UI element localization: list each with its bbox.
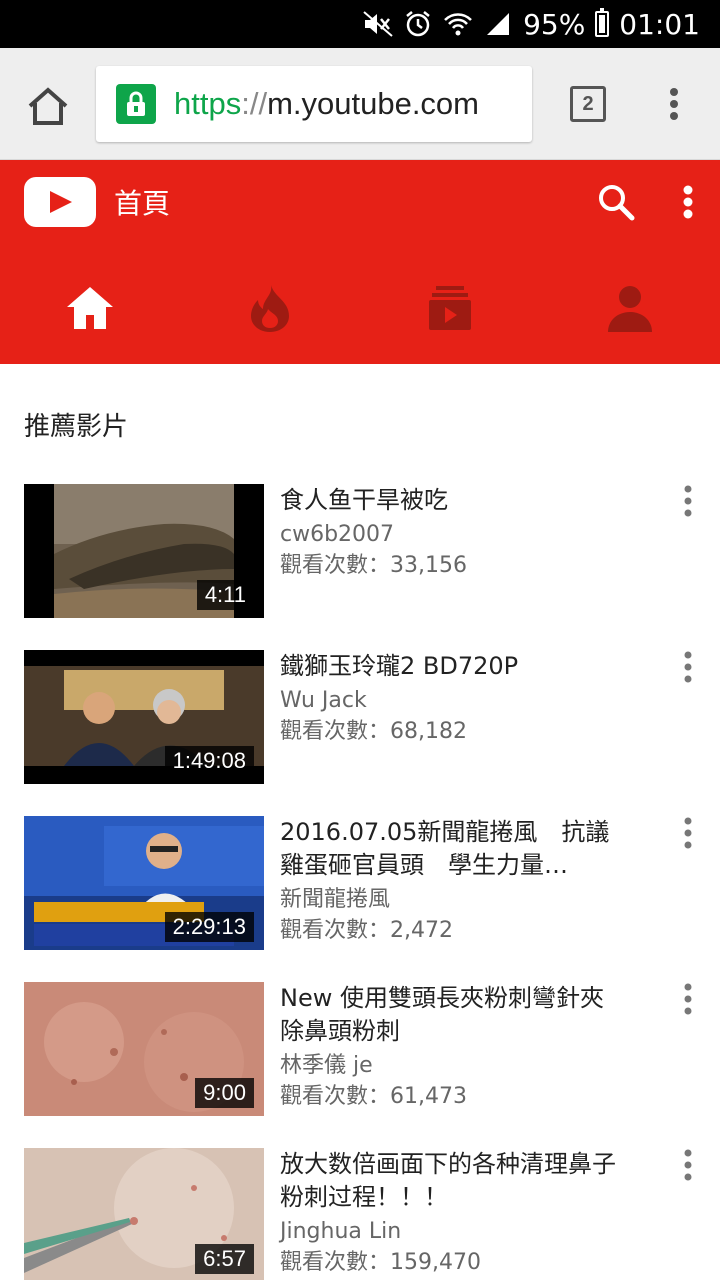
home-icon — [67, 287, 113, 329]
video-channel: 林季儀 je — [280, 1053, 373, 1078]
account-icon — [608, 286, 652, 332]
youtube-header: 首頁 — [0, 160, 720, 364]
search-button[interactable] — [596, 182, 636, 222]
url-slashes: :// — [241, 86, 268, 121]
video-info: 2016.07.05新聞龍捲風 抗議雞蛋砸官員頭 學生力量… 新聞龍捲風 觀看次… — [280, 816, 620, 946]
tab-switcher-button[interactable]: 2 — [570, 86, 606, 122]
video-thumbnail[interactable]: 1:49:08 — [24, 650, 264, 784]
video-menu-button[interactable] — [680, 650, 696, 684]
video-menu-button[interactable] — [680, 484, 696, 518]
more-vertical-icon — [684, 983, 692, 1015]
home-outline-icon — [28, 87, 68, 125]
video-thumbnail[interactable]: 4:11 — [24, 484, 264, 618]
battery-icon — [595, 8, 610, 37]
video-views: 觀看次數：2,472 — [280, 918, 453, 943]
video-info: 鐵獅玉玲瓏2 BD720P Wu Jack 觀看次數：68,182 — [280, 650, 620, 747]
search-icon — [599, 185, 635, 221]
play-icon — [50, 191, 72, 213]
video-channel: cw6b2007 — [280, 522, 395, 547]
video-title[interactable]: 2016.07.05新聞龍捲風 抗議雞蛋砸官員頭 學生力量… — [280, 816, 620, 882]
browser-home-button[interactable] — [24, 82, 72, 130]
video-views: 觀看次數：68,182 — [280, 719, 467, 744]
video-item[interactable]: 2:29:13 2016.07.05新聞龍捲風 抗議雞蛋砸官員頭 學生力量… 新… — [0, 816, 720, 950]
video-title[interactable]: 鐵獅玉玲瓏2 BD720P — [280, 650, 620, 683]
video-title[interactable]: New 使用雙頭長夾粉刺彎針夾除鼻頭粉刺 — [280, 982, 620, 1048]
alarm-icon — [403, 9, 433, 39]
video-item[interactable]: 4:11 食人鱼干旱被吃 cw6b2007 觀看次數：33,156 — [0, 484, 720, 618]
more-vertical-icon — [684, 817, 692, 849]
video-title[interactable]: 食人鱼干旱被吃 — [280, 484, 620, 517]
youtube-nav — [0, 268, 720, 348]
video-channel: 新聞龍捲風 — [280, 887, 391, 912]
status-bar: 95% 01:01 — [0, 0, 720, 48]
video-item[interactable]: 1:49:08 鐵獅玉玲瓏2 BD720P Wu Jack 觀看次數：68,18… — [0, 650, 720, 784]
video-channel: Wu Jack — [280, 688, 367, 713]
video-item[interactable]: 6:57 放大数倍画面下的各种清理鼻子粉刺过程！！！ Jinghua Lin 觀… — [0, 1148, 720, 1280]
more-vertical-icon — [683, 185, 693, 219]
video-views: 觀看次數：33,156 — [280, 553, 467, 578]
tab-home[interactable] — [45, 268, 135, 348]
lock-icon — [116, 84, 156, 124]
subscriptions-icon — [429, 286, 471, 330]
section-title: 推薦影片 — [24, 412, 129, 442]
video-thumbnail[interactable]: 9:00 — [24, 982, 264, 1116]
video-channel: Jinghua Lin — [280, 1219, 402, 1244]
browser-menu-button[interactable] — [660, 84, 688, 124]
youtube-logo[interactable] — [24, 177, 96, 227]
video-views: 觀看次數：61,473 — [280, 1084, 467, 1109]
more-vertical-icon — [670, 88, 678, 120]
url-text: https://m.youtube.com — [174, 86, 479, 122]
video-info: New 使用雙頭長夾粉刺彎針夾除鼻頭粉刺 林季儀 je 觀看次數：61,473 — [280, 982, 620, 1112]
video-duration: 1:49:08 — [164, 746, 254, 776]
video-menu-button[interactable] — [680, 816, 696, 850]
video-duration: 6:57 — [195, 1244, 254, 1274]
clock: 01:01 — [619, 7, 700, 41]
video-duration: 4:11 — [196, 580, 254, 610]
more-vertical-icon — [684, 651, 692, 683]
video-duration: 9:00 — [195, 1078, 254, 1108]
url-host: m.youtube.com — [267, 86, 479, 121]
battery-percent: 95% — [523, 7, 586, 41]
address-bar[interactable]: https://m.youtube.com — [96, 66, 532, 142]
page-title: 首頁 — [114, 187, 171, 220]
trending-icon — [251, 285, 289, 332]
video-info: 食人鱼干旱被吃 cw6b2007 觀看次數：33,156 — [280, 484, 620, 581]
more-vertical-icon — [684, 485, 692, 517]
browser-toolbar: https://m.youtube.com 2 — [0, 48, 720, 160]
video-item[interactable]: 9:00 New 使用雙頭長夾粉刺彎針夾除鼻頭粉刺 林季儀 je 觀看次數：61… — [0, 982, 720, 1116]
signal-icon — [483, 9, 513, 39]
more-vertical-icon — [684, 1149, 692, 1181]
wifi-icon — [443, 9, 473, 39]
video-views: 觀看次數：159,470 — [280, 1250, 481, 1275]
video-menu-button[interactable] — [680, 1148, 696, 1182]
video-info: 放大数倍画面下的各种清理鼻子粉刺过程！！！ Jinghua Lin 觀看次數：1… — [280, 1148, 620, 1278]
video-title[interactable]: 放大数倍画面下的各种清理鼻子粉刺过程！！！ — [280, 1148, 620, 1214]
video-thumbnail[interactable]: 6:57 — [24, 1148, 264, 1280]
video-menu-button[interactable] — [680, 982, 696, 1016]
tab-trending[interactable] — [225, 268, 315, 348]
tab-subscriptions[interactable] — [405, 268, 495, 348]
video-thumbnail[interactable]: 2:29:13 — [24, 816, 264, 950]
mute-icon — [363, 9, 393, 39]
youtube-menu-button[interactable] — [676, 182, 700, 222]
status-icons: 95% 01:01 — [363, 0, 700, 48]
video-duration: 2:29:13 — [164, 912, 254, 942]
url-scheme: https — [174, 86, 242, 121]
tab-account[interactable] — [585, 268, 675, 348]
